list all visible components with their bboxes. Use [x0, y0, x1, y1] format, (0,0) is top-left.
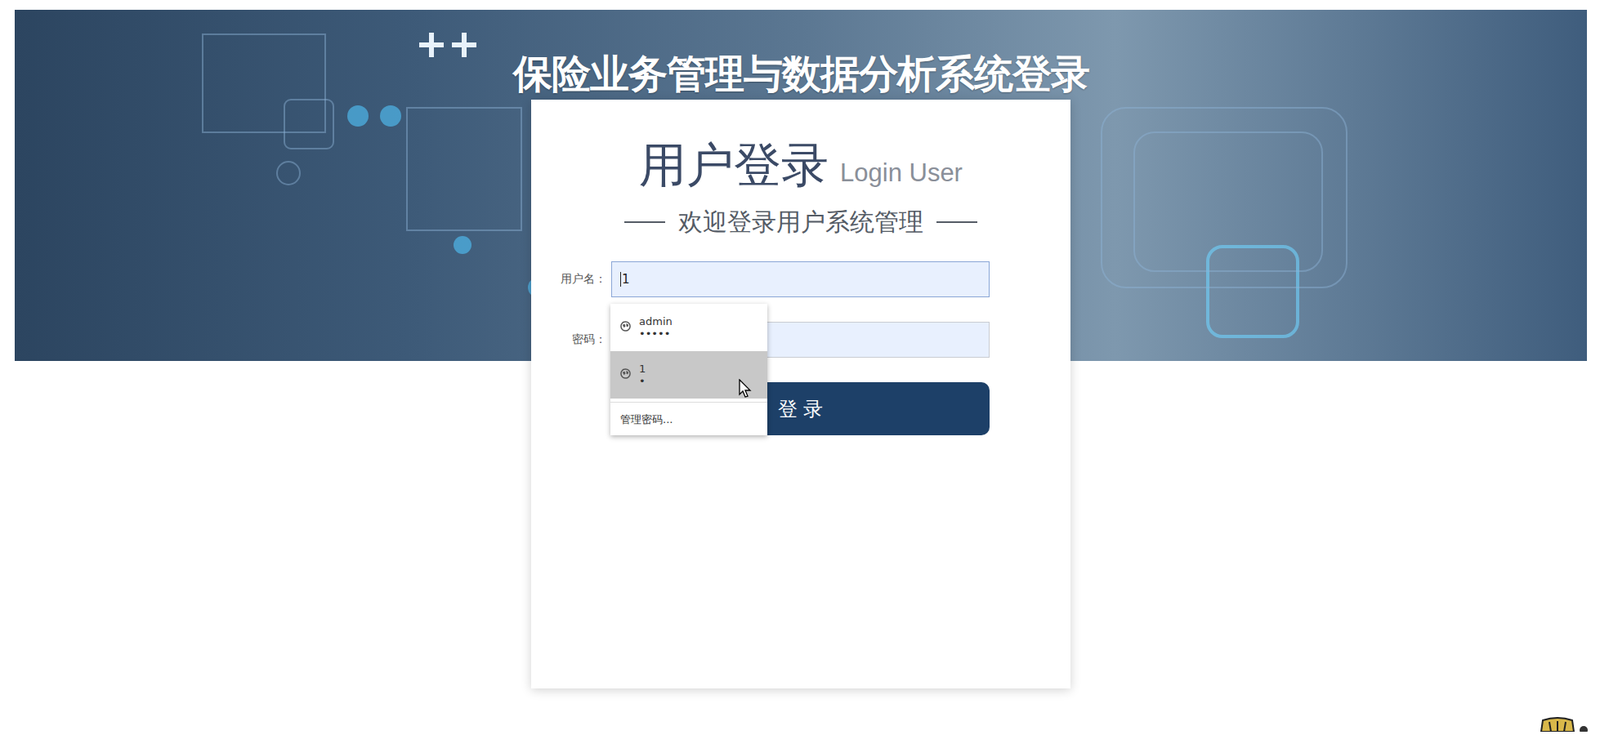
- credential: 1•: [639, 362, 646, 389]
- saved-password: •: [639, 375, 646, 389]
- saved-user: admin: [639, 315, 673, 328]
- welcome-text: 欢迎登录用户系统管理: [678, 205, 924, 239]
- manage-passwords[interactable]: 管理密码...: [610, 406, 768, 436]
- separator: [610, 402, 768, 403]
- globe-icon: [620, 321, 631, 335]
- login-heading: 用户登录 Login User: [531, 135, 1071, 195]
- autocomplete-item[interactable]: admin•••••: [610, 303, 768, 352]
- login-card: 用户登录Login User欢迎登录用户系统管理用户名：1密码：登 录admin…: [531, 99, 1071, 689]
- saved-password: •••••: [639, 327, 673, 341]
- page-title: 保险业务管理与数据分析系统登录: [513, 49, 1090, 99]
- field-label: 密码：: [555, 332, 607, 348]
- heading: 用户登录: [639, 135, 829, 195]
- text-caret: [620, 272, 622, 287]
- field-value: 1: [621, 272, 631, 287]
- mouse-pointer-icon: [738, 379, 752, 403]
- mascot-icon: [1534, 717, 1600, 735]
- divider: [624, 221, 666, 224]
- username-input[interactable]: 1: [611, 261, 990, 298]
- credential: admin•••••: [639, 315, 673, 341]
- globe-icon: [620, 368, 631, 382]
- autocomplete-menu: admin••••• 1• 管理密码...: [610, 303, 768, 436]
- form-row: 用户名： 1: [555, 261, 990, 298]
- field-label: 用户名：: [555, 272, 607, 287]
- welcome-line: 欢迎登录用户系统管理: [531, 205, 1071, 239]
- subheading: Login User: [840, 158, 963, 188]
- divider: [936, 221, 978, 224]
- saved-user: 1: [639, 362, 646, 376]
- login-form: 用户名：1密码：登 录admin•••••1•管理密码...: [531, 261, 1071, 436]
